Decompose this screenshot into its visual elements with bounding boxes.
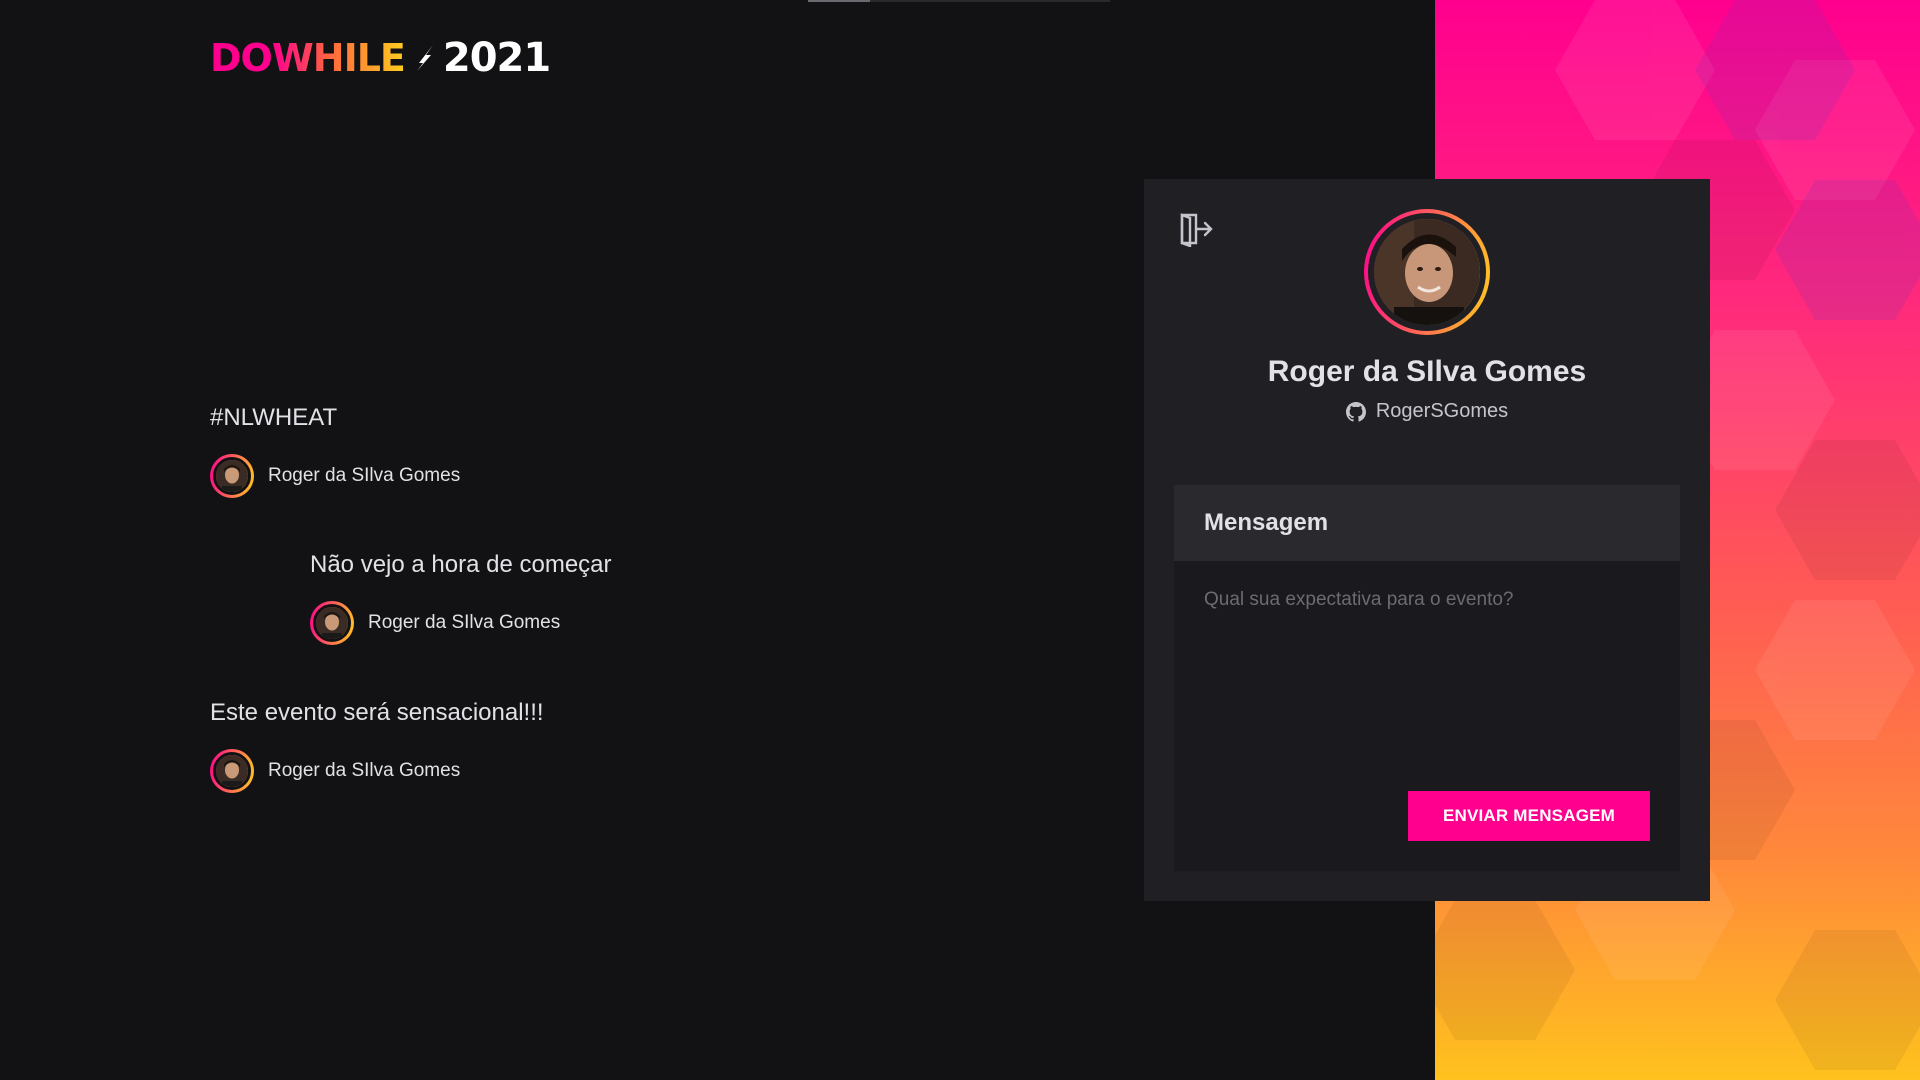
top-divider-highlight [808, 0, 870, 2]
message-text: Não vejo a hora de começar [310, 551, 612, 578]
message-author: Roger da SIlva Gomes [310, 601, 612, 645]
message-item: Não vejo a hora de começar Roger da SIlv… [310, 551, 612, 645]
send-message-button[interactable]: ENVIAR MENSAGEM [1408, 791, 1650, 841]
message-author: Roger da SIlva Gomes [210, 749, 544, 793]
message-item: #NLWHEAT Roger da SIlva Gomes [210, 404, 460, 498]
logo-do-text: DO [210, 36, 273, 80]
user-name: Roger da SIlva Gomes [268, 465, 461, 486]
send-message-card: Roger da SIlva Gomes RogerSGomes Mensage… [1144, 179, 1710, 901]
message-item: Este evento será sensacional!!! Roger da… [210, 699, 544, 793]
profile-login: RogerSGomes [1144, 400, 1710, 423]
profile-name: Roger da SIlva Gomes [1267, 355, 1587, 388]
message-text: Este evento será sensacional!!! [210, 699, 544, 726]
github-icon [1345, 401, 1366, 422]
message-author: Roger da SIlva Gomes [210, 454, 460, 498]
message-form: Mensagem ENVIAR MENSAGEM [1174, 485, 1680, 871]
sign-out-icon [1180, 213, 1213, 248]
user-name: Roger da SIlva Gomes [368, 612, 561, 633]
user-name: Roger da SIlva Gomes [268, 760, 461, 781]
message-input[interactable] [1174, 561, 1680, 771]
avatar [210, 749, 254, 793]
profile-avatar [1364, 209, 1490, 335]
github-username: RogerSGomes [1375, 400, 1509, 422]
dowhile-logo: DO WHILE 2021 [210, 35, 551, 81]
form-title: Mensagem [1174, 485, 1680, 561]
message-text: #NLWHEAT [210, 404, 338, 431]
logo-year-text: 2021 [442, 35, 551, 81]
spark-icon [413, 43, 437, 73]
avatar [310, 601, 354, 645]
logo-while-text: WHILE [271, 36, 406, 80]
avatar [210, 454, 254, 498]
sign-out-button[interactable] [1178, 211, 1214, 248]
